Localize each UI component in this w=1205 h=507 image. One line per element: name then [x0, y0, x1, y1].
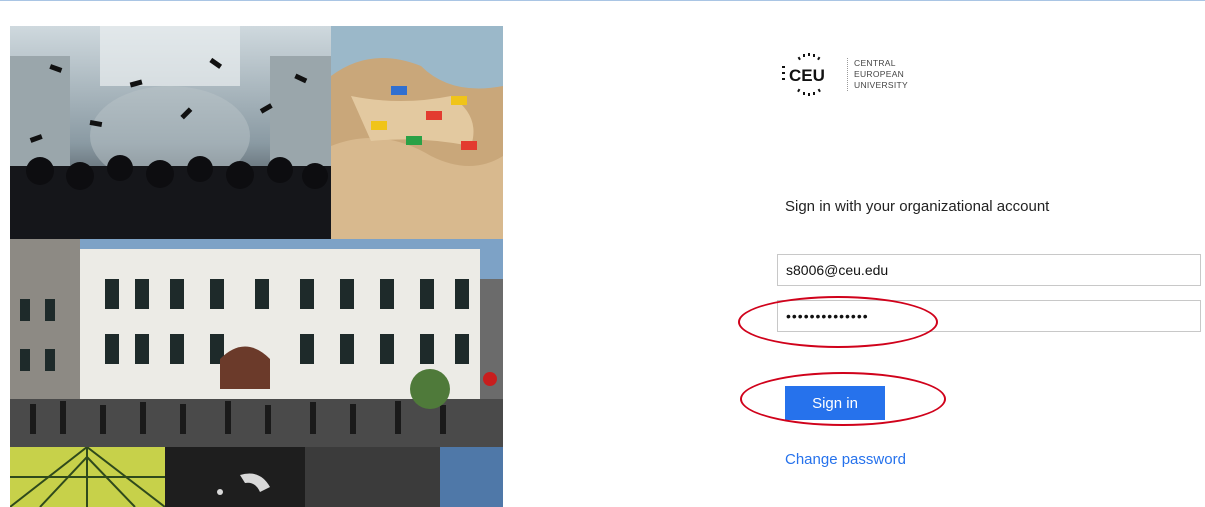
sign-in-heading: Sign in with your organizational account	[785, 198, 1050, 215]
change-password-link[interactable]: Change password	[785, 451, 906, 468]
password-input[interactable]	[777, 300, 1201, 332]
ceu-dots-logo-icon: CEU	[782, 53, 825, 96]
sign-in-button[interactable]: Sign in	[785, 386, 885, 420]
logo-acronym: CEU	[789, 66, 825, 85]
map-photo	[331, 26, 503, 239]
logo-line-2: EUROPEAN	[854, 69, 905, 79]
top-border	[0, 0, 1205, 1]
logo-text: CENTRAL EUROPEAN UNIVERSITY	[847, 58, 908, 91]
logo-line-3: UNIVERSITY	[854, 80, 909, 90]
stained-glass-photo	[10, 447, 165, 507]
sky-photo	[440, 447, 503, 507]
graduation-photo	[10, 26, 331, 239]
username-input[interactable]	[777, 254, 1201, 286]
sign-photo	[165, 447, 440, 507]
building-photo	[10, 239, 503, 447]
photo-collage	[10, 26, 503, 507]
ceu-logo: CEU CENTRAL EUROPEAN UNIVERSITY	[779, 52, 939, 108]
logo-line-1: CENTRAL	[854, 58, 896, 68]
